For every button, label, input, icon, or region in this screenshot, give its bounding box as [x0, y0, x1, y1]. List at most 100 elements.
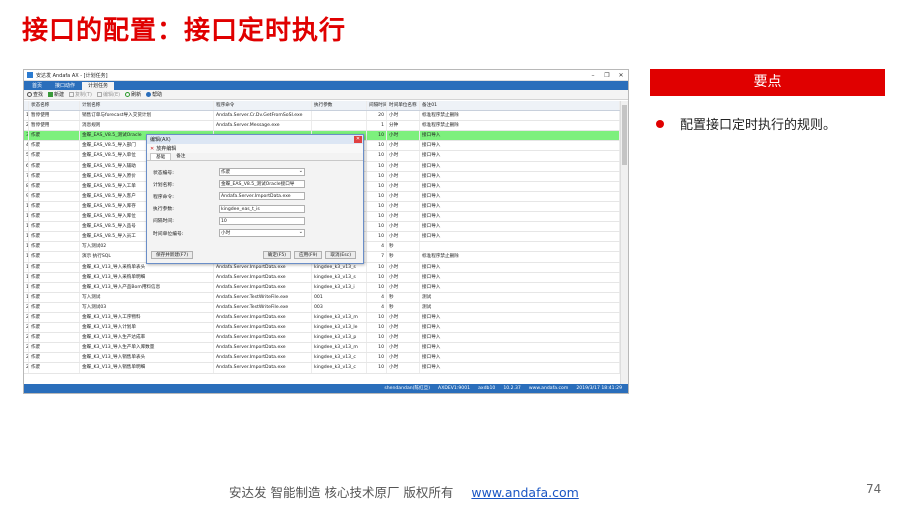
- cell-interval: 10: [367, 353, 387, 363]
- apply-button[interactable]: 应用(F9): [294, 251, 323, 259]
- cell-cmd: Andafa.Server.ImportData.exe: [214, 363, 312, 373]
- status-website: www.andafa.com: [528, 386, 569, 391]
- field-select[interactable]: 作废: [219, 168, 305, 177]
- save-and-new-button[interactable]: 保存并新建(F7): [151, 251, 194, 259]
- bullet-icon: [656, 119, 664, 128]
- table-row[interactable]: 18作废金蝶_K3_V13_导入产品Bom用料信息Andafa.Server.I…: [24, 282, 622, 293]
- cell-status: 作废: [29, 353, 80, 363]
- cell-status: 暂停使用: [29, 111, 80, 121]
- footer-link[interactable]: www.andafa.com: [471, 485, 578, 500]
- table-row[interactable]: 2 暂停使用 消息规则 Andafa.Server.Message.exe 1 分钟 标准程…: [24, 121, 622, 132]
- table-row[interactable]: 24作废金蝶_K3_V13_导入生产单入库数量Andafa.Server.Imp…: [24, 343, 622, 354]
- table-row[interactable]: 23作废金蝶_K3_V13_导入生产达成率Andafa.Server.Impor…: [24, 333, 622, 344]
- cell-param: [312, 121, 367, 131]
- cell-note: 标准程序禁止删除: [420, 111, 620, 121]
- cell-note: 接口导入: [420, 191, 620, 201]
- cell-unit: 小时: [387, 363, 420, 373]
- cell-interval: 10: [367, 181, 387, 191]
- maximize-icon[interactable]: ❐: [600, 72, 614, 79]
- new-button[interactable]: 新建: [48, 91, 64, 98]
- cell-interval: 4: [367, 292, 387, 302]
- table-row[interactable]: 16作废金蝶_K3_V13_导入采购单表头Andafa.Server.Impor…: [24, 262, 622, 273]
- cell-unit: 小时: [387, 312, 420, 323]
- cell-cmd: Andafa.Server.TestWriteFile.exe: [214, 292, 312, 302]
- field-label: 状态编号:: [153, 170, 174, 176]
- scroll-thumb[interactable]: [622, 105, 627, 165]
- cell-note: 接口导入: [420, 343, 620, 353]
- cell-note: 标准程序禁止删除: [420, 121, 620, 131]
- cell-note: 接口导入: [420, 353, 620, 363]
- cell-status: 作废: [29, 242, 80, 252]
- table-row[interactable]: 17作废金蝶_K3_V13_导入采购单明细Andafa.Server.Impor…: [24, 272, 622, 283]
- table-header: 状态名称 计划名称 程序命令 执行参数 间隔时间 时间单位名称 备注01: [24, 101, 622, 112]
- copy-button[interactable]: 复制(T): [69, 91, 92, 98]
- cell-status: 作废: [29, 333, 80, 343]
- status-user: shendandan(陈红旦): [384, 386, 431, 391]
- cancel-button[interactable]: 取消(Esc): [325, 251, 356, 259]
- cell-unit: 秒: [387, 252, 420, 262]
- cell-name: 金蝶_K3_V13_导入工序物料: [80, 312, 214, 323]
- vertical-scrollbar[interactable]: [620, 101, 628, 385]
- find-button[interactable]: 查找: [27, 91, 43, 98]
- tab-interface-actions[interactable]: 接口动作: [49, 82, 81, 90]
- table-row[interactable]: 1 暂停使用 销售订单与forecast导入交货计划 Andafa.Server.Cr…: [24, 111, 622, 122]
- col-note[interactable]: 备注01: [420, 101, 620, 111]
- cell-name: 金蝶_K3_V13_导入计划单: [80, 323, 214, 333]
- refresh-button[interactable]: 刷新: [125, 91, 141, 98]
- cell-status: 作废: [29, 131, 80, 141]
- col-interval[interactable]: 间隔时间: [367, 101, 387, 111]
- cell-param: 001: [312, 292, 367, 302]
- col-command[interactable]: 程序命令: [214, 101, 312, 111]
- help-button[interactable]: 帮助: [146, 91, 162, 98]
- cell-note: 接口导入: [420, 262, 620, 272]
- col-plan-name[interactable]: 计划名称: [80, 101, 214, 111]
- table-row[interactable]: 20作废写入测试03Andafa.Server.TestWriteFile.ex…: [24, 302, 622, 313]
- cell-status: 作废: [29, 191, 80, 201]
- cell-param: kingdee_k3_v13_m: [312, 343, 367, 353]
- field-select[interactable]: 小时: [219, 229, 305, 238]
- cell-unit: 小时: [387, 262, 420, 272]
- table-row[interactable]: 26作废金蝶_K3_V13_导入销售单明细Andafa.Server.Impor…: [24, 363, 622, 374]
- tab-scheduled-tasks[interactable]: 计划任务: [82, 82, 115, 90]
- window-titlebar: 安达发 Andafa AX - [计划任务] – ❐ ✕: [24, 70, 628, 81]
- cell-unit: 小时: [387, 323, 420, 333]
- close-icon[interactable]: ✕: [614, 72, 628, 79]
- col-params[interactable]: 执行参数: [312, 101, 367, 111]
- field-input[interactable]: 金蝶_EAS_V8.5_测试Oracle接口导: [219, 180, 305, 189]
- field-input[interactable]: Andafa.Server.ImportData.exe: [219, 192, 305, 201]
- cell-status: 作废: [29, 312, 80, 323]
- tab-home[interactable]: 首页: [26, 82, 48, 90]
- cell-cmd: Andafa.Server.ImportData.exe: [214, 282, 312, 292]
- cell-unit: 小时: [387, 141, 420, 151]
- tab-remarks[interactable]: 备注: [171, 153, 190, 160]
- tab-basic[interactable]: 基础: [150, 153, 172, 160]
- status-version: 10.2.37: [503, 386, 521, 391]
- cell-interval: 10: [367, 262, 387, 272]
- col-status[interactable]: 状态名称: [29, 101, 80, 111]
- minimize-icon[interactable]: –: [586, 72, 600, 79]
- field-input[interactable]: kingdee_eas_t_is: [219, 204, 305, 213]
- edit-button[interactable]: 编辑(E): [97, 91, 120, 98]
- cell-unit: 小时: [387, 201, 420, 212]
- cell-cmd: Andafa.Server.ImportData.exe: [214, 312, 312, 323]
- col-time-unit[interactable]: 时间单位名称: [387, 101, 420, 111]
- table-row[interactable]: 25作废金蝶_K3_V13_导入销售单表头Andafa.Server.Impor…: [24, 353, 622, 364]
- dialog-close-icon[interactable]: ✕: [354, 136, 362, 143]
- cell-note: 接口导入: [420, 232, 620, 242]
- cell-interval: 10: [367, 232, 387, 242]
- discard-edit-button[interactable]: ✕ 放弃编辑: [147, 144, 363, 153]
- cell-interval: 10: [367, 161, 387, 171]
- ok-button[interactable]: 确定(F5): [262, 251, 292, 259]
- cell-unit: 小时: [387, 282, 420, 292]
- table-row[interactable]: 21作废金蝶_K3_V13_导入工序物料Andafa.Server.Import…: [24, 312, 622, 324]
- cell-note: 接口导入: [420, 222, 620, 232]
- discard-icon: ✕: [150, 145, 155, 152]
- cell-name: 写入测试03: [80, 302, 214, 312]
- footer-text: 安达发 智能制造 核心技术原厂 版权所有: [229, 485, 454, 500]
- field-input[interactable]: 10: [219, 216, 305, 225]
- cell-note: 接口导入: [420, 131, 620, 141]
- cell-interval: 4: [367, 302, 387, 312]
- table-row[interactable]: 19作废写入测试Andafa.Server.TestWriteFile.exe0…: [24, 292, 622, 303]
- cell-note: 接口导入: [420, 161, 620, 171]
- table-row[interactable]: 22作废金蝶_K3_V13_导入计划单Andafa.Server.ImportD…: [24, 323, 622, 334]
